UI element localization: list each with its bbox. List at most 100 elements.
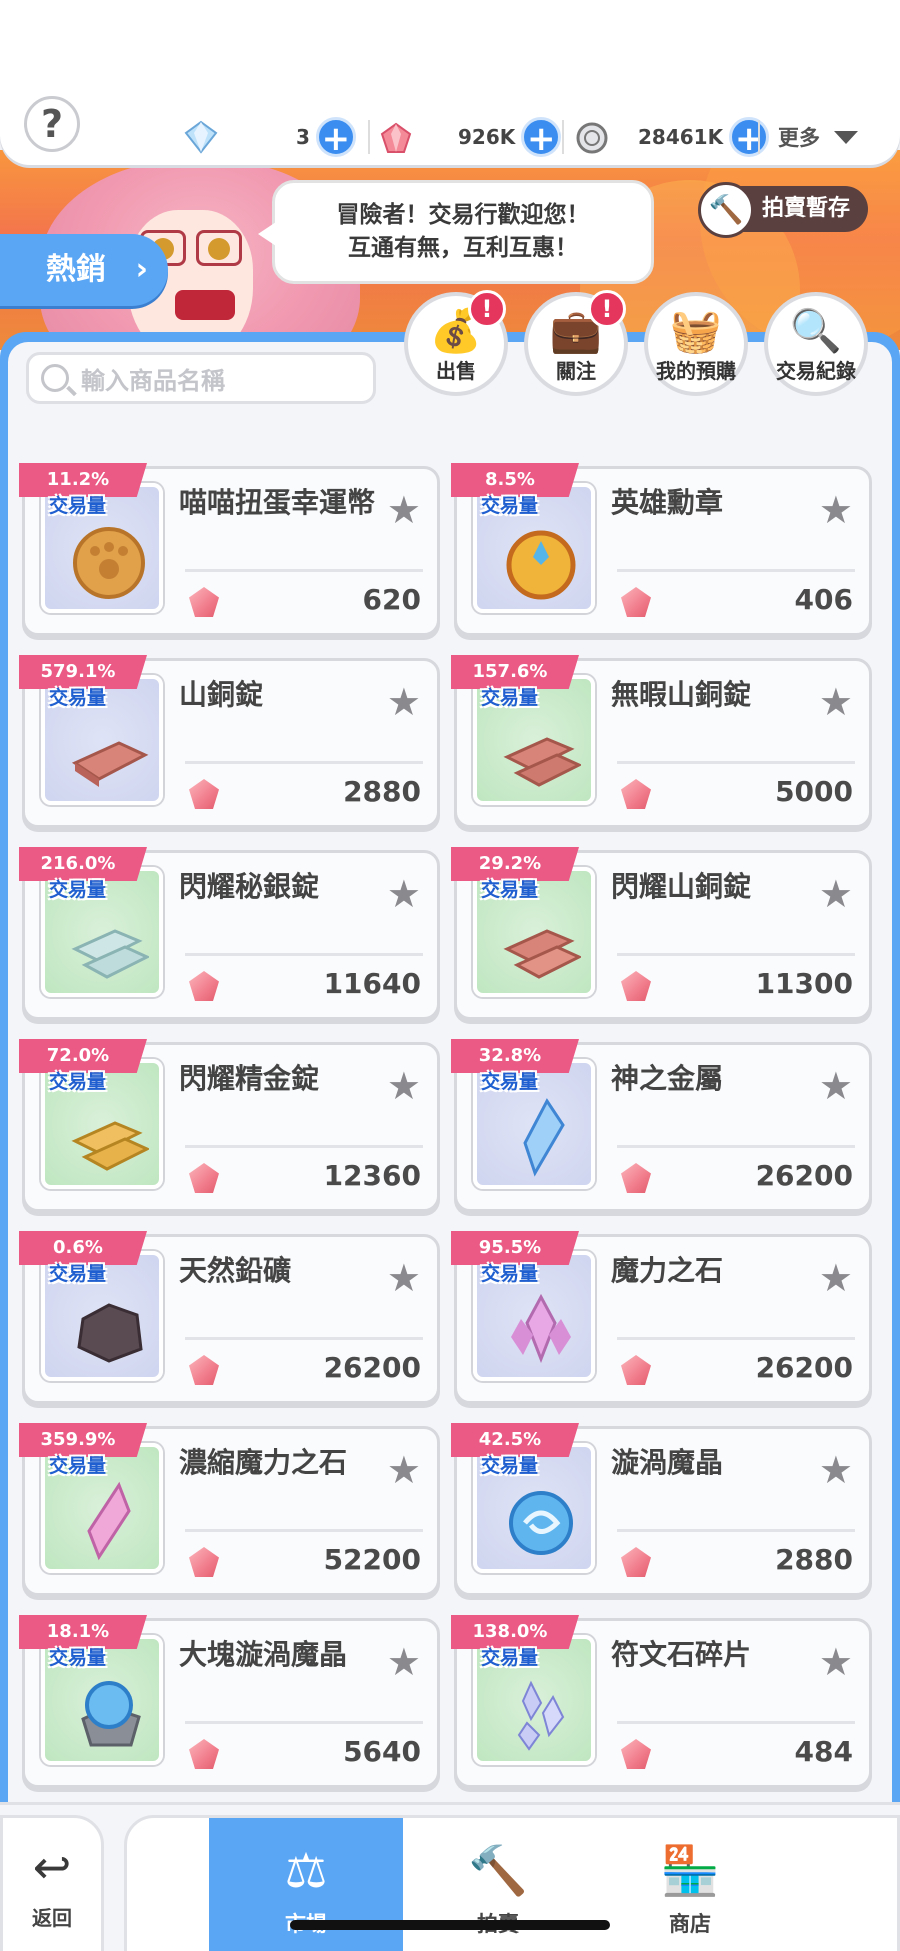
tab-market[interactable]: ⚖ 市場 [209,1818,403,1951]
item-name: 無暇山銅錠 [611,678,752,711]
divider [185,1721,423,1724]
diamond-amount: 3 [296,125,310,149]
item-price: 12360 [323,1159,421,1192]
trade-history-button[interactable]: 🔍 交易紀錄 [764,292,868,396]
divider [185,1337,423,1340]
sell-button[interactable]: 💰 出售 ! [404,290,508,396]
item-name: 天然鉛礦 [179,1254,292,1287]
auction-stash-label: 拍賣暫存 [762,196,851,221]
add-coin-button[interactable]: + [729,117,770,158]
item-price: 484 [794,1735,853,1768]
tab-shop[interactable]: 🏪 商店 [593,1818,787,1951]
item-price: 11300 [755,967,853,1000]
item-card[interactable]: 11.2% 交易量 喵喵扭蛋幸運幣 ★ 620 [19,463,440,636]
divider [185,1145,423,1148]
item-price: 620 [362,583,421,616]
add-diamond-button[interactable]: + [315,117,356,158]
volume-label: 交易量 [49,1071,107,1093]
trade-history-label: 交易紀錄 [776,359,856,383]
item-image [503,737,581,787]
item-card[interactable]: 8.5% 交易量 英雄勳章 ★ 406 [451,463,872,636]
item-image [506,530,576,600]
volume-ribbon: 216.0% 交易量 [19,847,151,905]
diamond-counter: 3 + [296,115,356,159]
item-image [523,1098,565,1177]
favorite-star-icon[interactable]: ★ [819,683,853,721]
hot-sales-label: 熱銷 [46,252,106,287]
favorite-star-icon[interactable]: ★ [819,491,853,529]
volume-label: 交易量 [481,687,539,709]
volume-ribbon: 29.2% 交易量 [451,847,583,905]
item-card[interactable]: 579.1% 交易量 山銅錠 ★ 2880 [19,655,440,828]
item-card[interactable]: 359.9% 交易量 濃縮魔力之石 ★ 52200 [19,1423,440,1596]
coin-icon [576,122,608,154]
item-price: 406 [794,583,853,616]
favorite-star-icon[interactable]: ★ [819,1259,853,1297]
add-ruby-button[interactable]: + [521,117,562,158]
back-button[interactable]: ↩ 返回 [0,1815,104,1951]
volume-ribbon: 95.5% 交易量 [451,1231,583,1289]
item-image [73,527,145,599]
item-name: 閃耀精金錠 [179,1062,320,1095]
divider [185,761,423,764]
favorite-star-icon[interactable]: ★ [819,1643,853,1681]
divider [617,1529,855,1532]
volume-label: 交易量 [481,1263,539,1285]
favorite-star-icon[interactable]: ★ [387,491,421,529]
item-card[interactable]: 0.6% 交易量 天然鉛礦 ★ 26200 [19,1231,440,1404]
item-card[interactable]: 32.8% 交易量 神之金屬 ★ 26200 [451,1039,872,1212]
ruby-icon [621,1547,651,1577]
hot-sales-tab[interactable]: 熱銷 › [0,234,168,306]
favorite-star-icon[interactable]: ★ [819,1067,853,1105]
my-preorders-label: 我的預購 [656,359,736,383]
more-dropdown[interactable]: 更多 [778,115,858,159]
item-price: 2880 [343,775,421,808]
scale-icon: ⚖ [284,1843,328,1899]
help-button[interactable]: ? [24,96,80,152]
item-card[interactable]: 157.6% 交易量 無暇山銅錠 ★ 5000 [451,655,872,828]
divider [185,953,423,956]
divider [758,120,760,154]
divider [562,120,564,154]
favorite-star-icon[interactable]: ★ [387,1067,421,1105]
my-preorders-button[interactable]: 🧺 我的預購 [644,292,748,396]
favorite-star-icon[interactable]: ★ [387,683,421,721]
search-input[interactable]: 輸入商品名稱 [26,352,376,404]
item-card[interactable]: 216.0% 交易量 閃耀秘銀錠 ★ 11640 [19,847,440,1020]
item-card[interactable]: 72.0% 交易量 閃耀精金錠 ★ 12360 [19,1039,440,1212]
favorite-star-icon[interactable]: ★ [387,875,421,913]
tab-auction[interactable]: 🔨 拍賣 [401,1818,595,1951]
favorite-star-icon[interactable]: ★ [387,1643,421,1681]
favorite-star-icon[interactable]: ★ [819,875,853,913]
favorite-star-icon[interactable]: ★ [387,1451,421,1489]
item-card[interactable]: 18.1% 交易量 大塊漩渦魔晶 ★ 5640 [19,1615,440,1788]
volume-label: 交易量 [49,687,107,709]
ribbon-bow [175,290,235,320]
shop-icon: 🏪 [660,1843,720,1899]
item-image [517,1680,565,1751]
ruby-icon [621,1355,651,1385]
item-card[interactable]: 42.5% 交易量 漩渦魔晶 ★ 2880 [451,1423,872,1596]
divider [617,1337,855,1340]
ruby-icon [621,587,651,617]
ruby-icon [621,1163,651,1193]
item-card[interactable]: 29.2% 交易量 閃耀山銅錠 ★ 11300 [451,847,872,1020]
speech-line-1: 冒險者！交易行歡迎您！ [336,202,590,228]
item-card[interactable]: 138.0% 交易量 符文石碎片 ★ 484 [451,1615,872,1788]
favorite-star-icon[interactable]: ★ [819,1451,853,1489]
search-icon [41,364,69,392]
divider [368,120,370,154]
item-card[interactable]: 95.5% 交易量 魔力之石 ★ 26200 [451,1231,872,1404]
ruby-icon [189,1163,219,1193]
watchlist-button[interactable]: 💼 關注 ! [524,290,628,396]
item-image [503,929,581,979]
item-price: 26200 [755,1159,853,1192]
volume-label: 交易量 [49,495,107,517]
ruby-icon [189,779,219,809]
item-price: 5640 [343,1735,421,1768]
ruby-icon [621,971,651,1001]
divider [617,1145,855,1148]
divider [617,1721,855,1724]
ruby-icon [189,1355,219,1385]
favorite-star-icon[interactable]: ★ [387,1259,421,1297]
